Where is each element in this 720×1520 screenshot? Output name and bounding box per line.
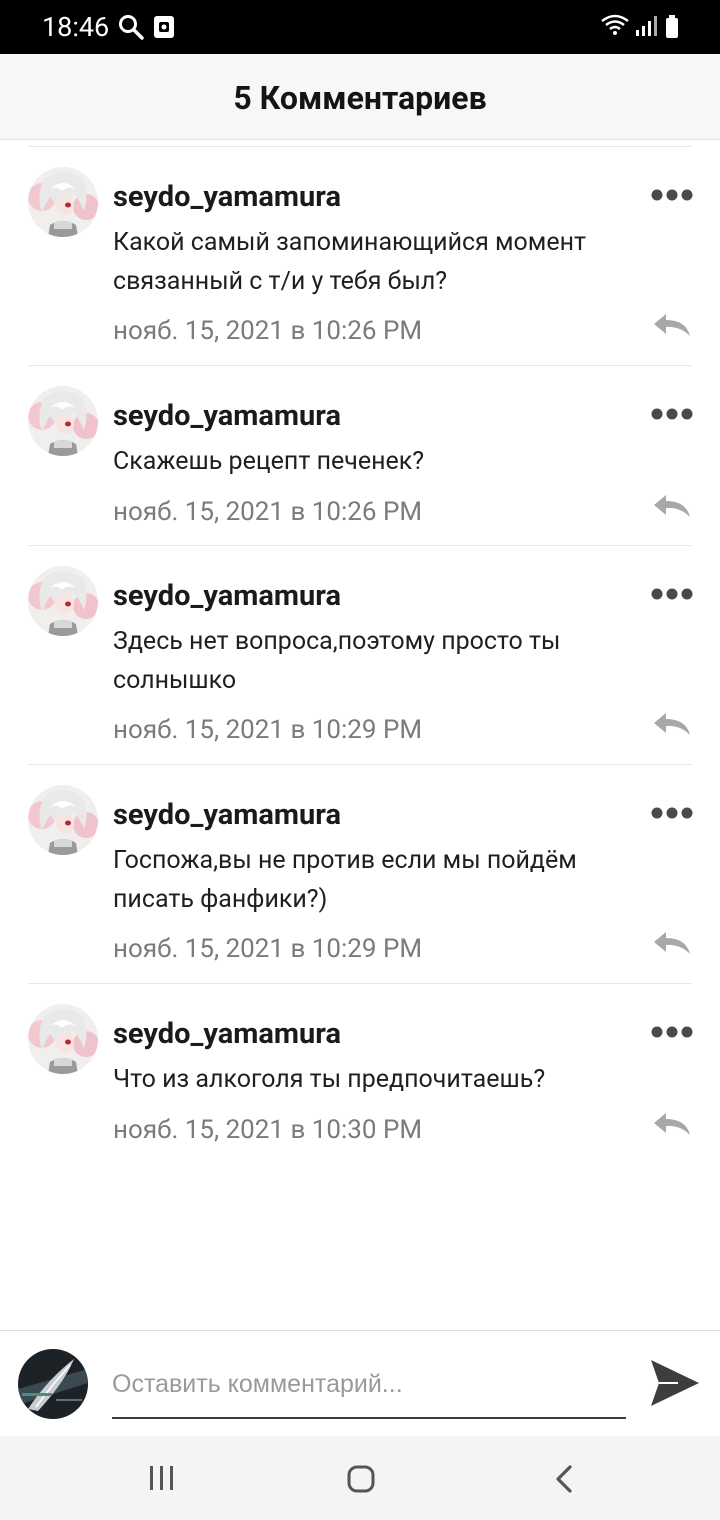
reply-icon[interactable] <box>652 1111 692 1137</box>
comment-timestamp: нояб. 15, 2021 в 10:29 PM <box>113 934 423 964</box>
send-button[interactable] <box>648 1357 702 1409</box>
wifi-icon <box>600 13 630 41</box>
send-icon <box>651 1360 699 1406</box>
avatar[interactable] <box>28 167 98 237</box>
back-icon[interactable] <box>554 1464 574 1498</box>
comment-author[interactable]: seydo_yamamura <box>113 1016 341 1052</box>
signal-icon <box>634 14 658 42</box>
comment-text: Скажешь рецепт печенек? <box>113 447 425 476</box>
reply-icon[interactable] <box>652 312 692 338</box>
reply-icon[interactable] <box>652 493 692 519</box>
comment-item[interactable]: seydo_yamamura Какой самый запоминающийс… <box>0 147 720 366</box>
comment-input[interactable] <box>112 1361 626 1419</box>
reply-icon[interactable] <box>652 930 692 956</box>
reply-icon[interactable] <box>652 711 692 737</box>
system-nav-bar <box>0 1436 720 1520</box>
home-icon[interactable] <box>346 1464 376 1498</box>
comment-author[interactable]: seydo_yamamura <box>113 578 341 614</box>
more-options-icon[interactable] <box>650 406 694 422</box>
comment-item[interactable]: seydo_yamamura Здесь нет вопроса,поэтому… <box>0 546 720 765</box>
status-bar: 18:46 <box>0 0 720 54</box>
comments-header: 5 Комментариев <box>0 54 720 140</box>
comment-list[interactable]: seydo_yamamura Какой самый запоминающийс… <box>0 147 720 1164</box>
more-options-icon[interactable] <box>650 187 694 203</box>
avatar[interactable] <box>28 386 98 456</box>
comment-author[interactable]: seydo_yamamura <box>113 797 341 833</box>
avatar[interactable] <box>28 1004 98 1074</box>
recent-apps-icon[interactable] <box>148 1464 176 1496</box>
avatar[interactable] <box>28 566 98 636</box>
screenshot-icon <box>152 14 176 44</box>
comment-composer <box>0 1330 720 1436</box>
more-options-icon[interactable] <box>650 805 694 821</box>
status-time: 18:46 <box>42 11 110 43</box>
battery-icon <box>664 14 680 44</box>
comment-text: Здесь нет вопроса,поэтому просто ты солн… <box>113 627 561 695</box>
avatar[interactable] <box>28 785 98 855</box>
comment-text: Какой самый запоминающийся момент связан… <box>113 228 587 296</box>
comment-timestamp: нояб. 15, 2021 в 10:30 PM <box>113 1115 423 1145</box>
comment-item[interactable]: seydo_yamamura Скажешь рецепт печенек? н… <box>0 366 720 546</box>
comment-author[interactable]: seydo_yamamura <box>113 398 341 434</box>
comment-timestamp: нояб. 15, 2021 в 10:26 PM <box>113 316 423 346</box>
comment-text: Что из алкоголя ты предпочитаешь? <box>113 1065 546 1094</box>
comment-timestamp: нояб. 15, 2021 в 10:26 PM <box>113 497 423 527</box>
comment-item[interactable]: seydo_yamamura Госпожа,вы не против если… <box>0 765 720 984</box>
comment-author[interactable]: seydo_yamamura <box>113 179 341 215</box>
page-title: 5 Комментариев <box>233 79 487 117</box>
comment-item[interactable]: seydo_yamamura Что из алкоголя ты предпо… <box>0 984 720 1164</box>
comment-text: Госпожа,вы не против если мы пойдём писа… <box>113 846 577 914</box>
comment-timestamp: нояб. 15, 2021 в 10:29 PM <box>113 715 423 745</box>
search-icon <box>118 14 144 44</box>
my-avatar[interactable] <box>18 1349 88 1419</box>
more-options-icon[interactable] <box>650 586 694 602</box>
more-options-icon[interactable] <box>650 1024 694 1040</box>
